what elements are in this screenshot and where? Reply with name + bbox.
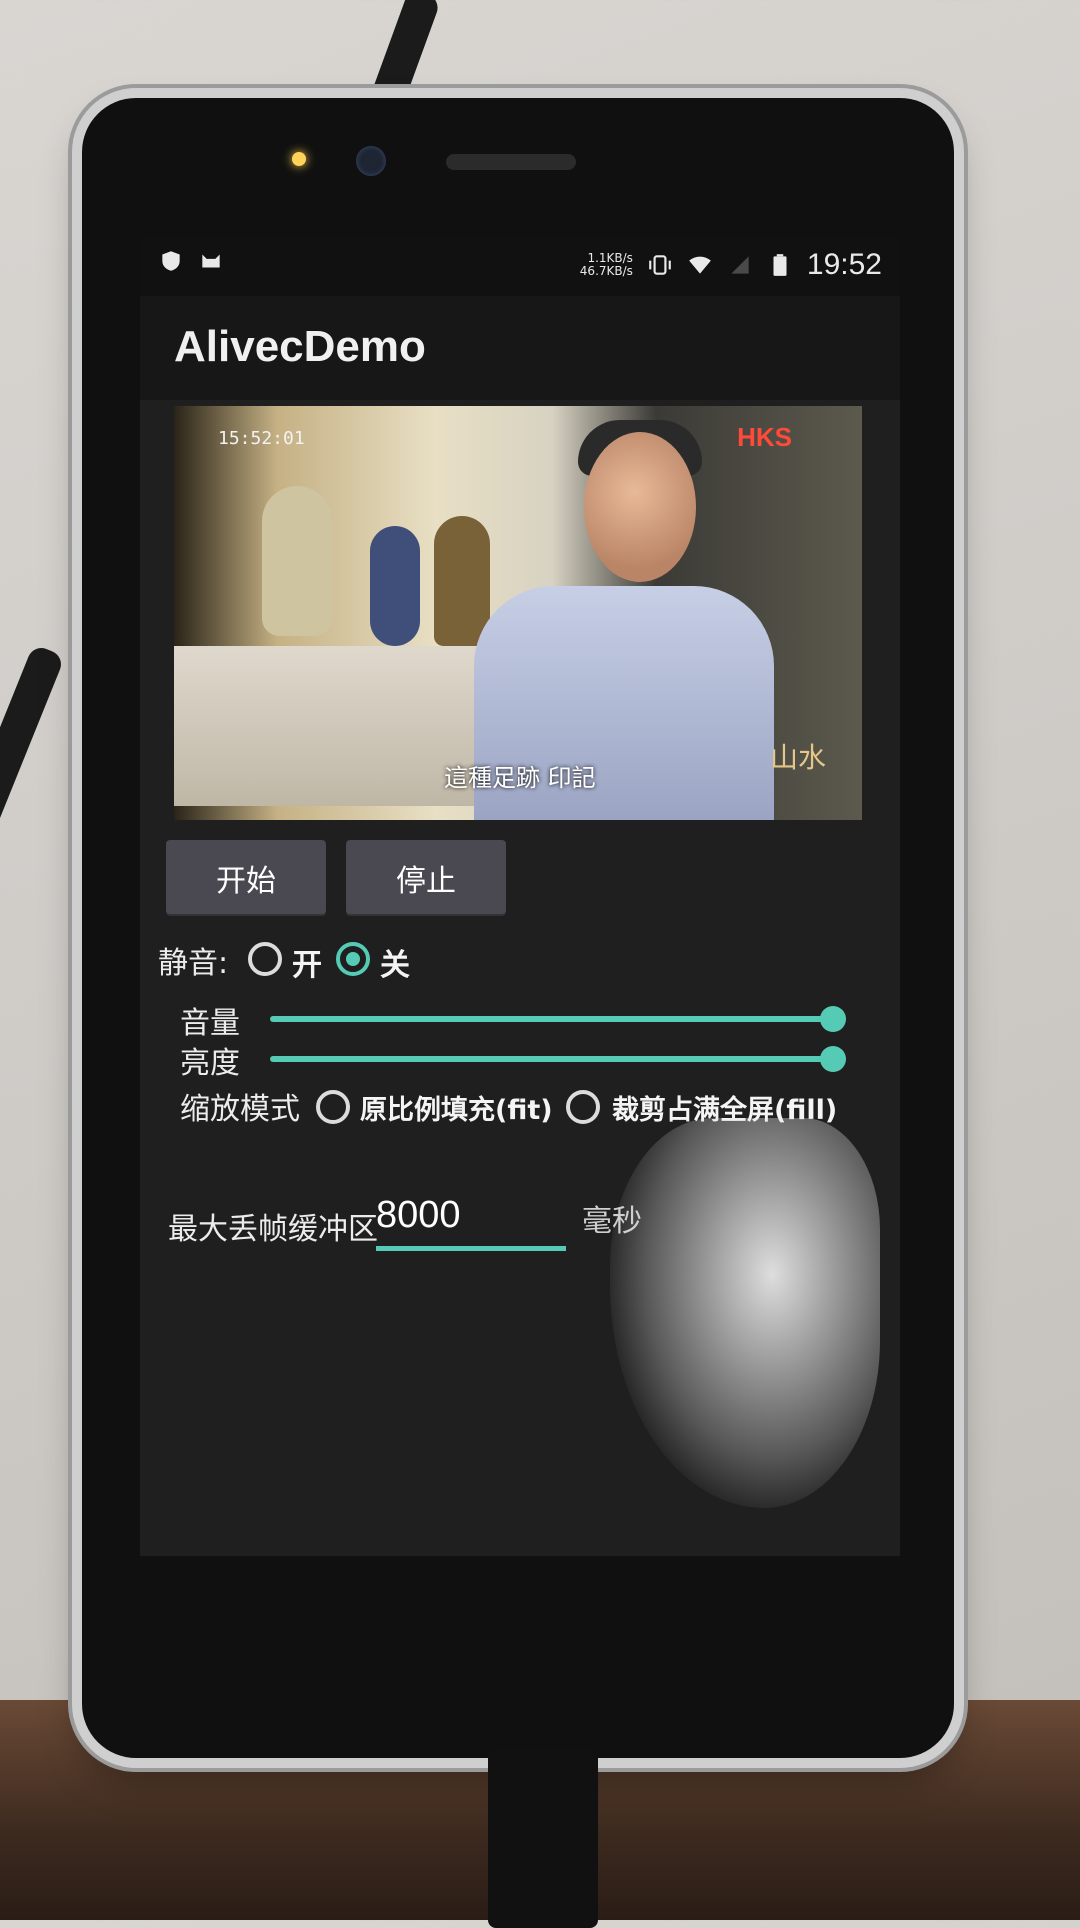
- mute-on-label: 开: [292, 948, 322, 983]
- mute-on-radio[interactable]: [248, 942, 282, 976]
- buffer-input[interactable]: 8000: [376, 1194, 566, 1246]
- cat-icon: [202, 254, 220, 268]
- battery-icon: [773, 254, 787, 276]
- volume-slider-thumb[interactable]: [820, 1006, 846, 1032]
- screen-glare: [610, 1118, 880, 1508]
- shield-icon: [162, 251, 180, 271]
- earpiece-speaker: [446, 154, 576, 170]
- video-corner-mark: 山水: [769, 741, 826, 774]
- zoom-fit-radio[interactable]: [316, 1090, 350, 1124]
- front-camera: [356, 146, 386, 176]
- app-title: AlivecDemo: [174, 322, 426, 371]
- video-subtitle: 這種足跡 印記: [444, 764, 596, 792]
- brightness-label: 亮度: [180, 1046, 240, 1081]
- channel-logo: HKS: [737, 422, 792, 452]
- net-down-speed: 46.7KB/s: [579, 264, 633, 278]
- cable-top: [368, 0, 442, 113]
- vibrate-icon: [649, 255, 671, 275]
- video-scene-head: [584, 432, 696, 582]
- mute-label: 静音:: [158, 946, 229, 981]
- status-bar: 1.1KB/s 46.7KB/s 19:52: [140, 238, 900, 296]
- notification-led: [292, 152, 306, 166]
- video-scene-vase: [262, 486, 332, 636]
- zoom-mode-label: 缩放模式: [180, 1092, 300, 1127]
- wifi-icon: [689, 256, 711, 274]
- brightness-slider[interactable]: [270, 1056, 830, 1062]
- video-scene-vase: [434, 516, 490, 646]
- volume-label: 音量: [180, 1006, 240, 1041]
- video-timestamp: 15:52:01: [218, 428, 305, 449]
- mute-off-radio[interactable]: [336, 942, 370, 976]
- start-button[interactable]: 开始: [166, 840, 326, 916]
- buffer-unit: 毫秒: [582, 1204, 642, 1239]
- buffer-label: 最大丢帧缓冲区: [168, 1212, 378, 1247]
- video-scene-vase: [370, 526, 420, 646]
- usb-plug: [488, 1748, 598, 1928]
- signal-icon: [731, 256, 749, 274]
- video-player[interactable]: 15:52:01 HKS 這種足跡 印記 山水: [174, 406, 862, 820]
- zoom-fill-radio[interactable]: [566, 1090, 600, 1124]
- app-bar: AlivecDemo: [140, 296, 900, 400]
- stop-button[interactable]: 停止: [346, 840, 506, 916]
- buffer-input-underline: [376, 1246, 566, 1251]
- status-time: 19:52: [806, 248, 882, 281]
- network-speed: 1.1KB/s 46.7KB/s: [580, 252, 633, 278]
- brightness-slider-thumb[interactable]: [820, 1046, 846, 1072]
- cable-left: [0, 643, 66, 917]
- mute-off-label: 关: [380, 948, 410, 983]
- volume-slider[interactable]: [270, 1016, 830, 1022]
- zoom-fit-label: 原比例填充(fit): [360, 1095, 553, 1126]
- phone-screen: 1.1KB/s 46.7KB/s 19:52 AlivecDemo 15:52:…: [140, 238, 900, 1556]
